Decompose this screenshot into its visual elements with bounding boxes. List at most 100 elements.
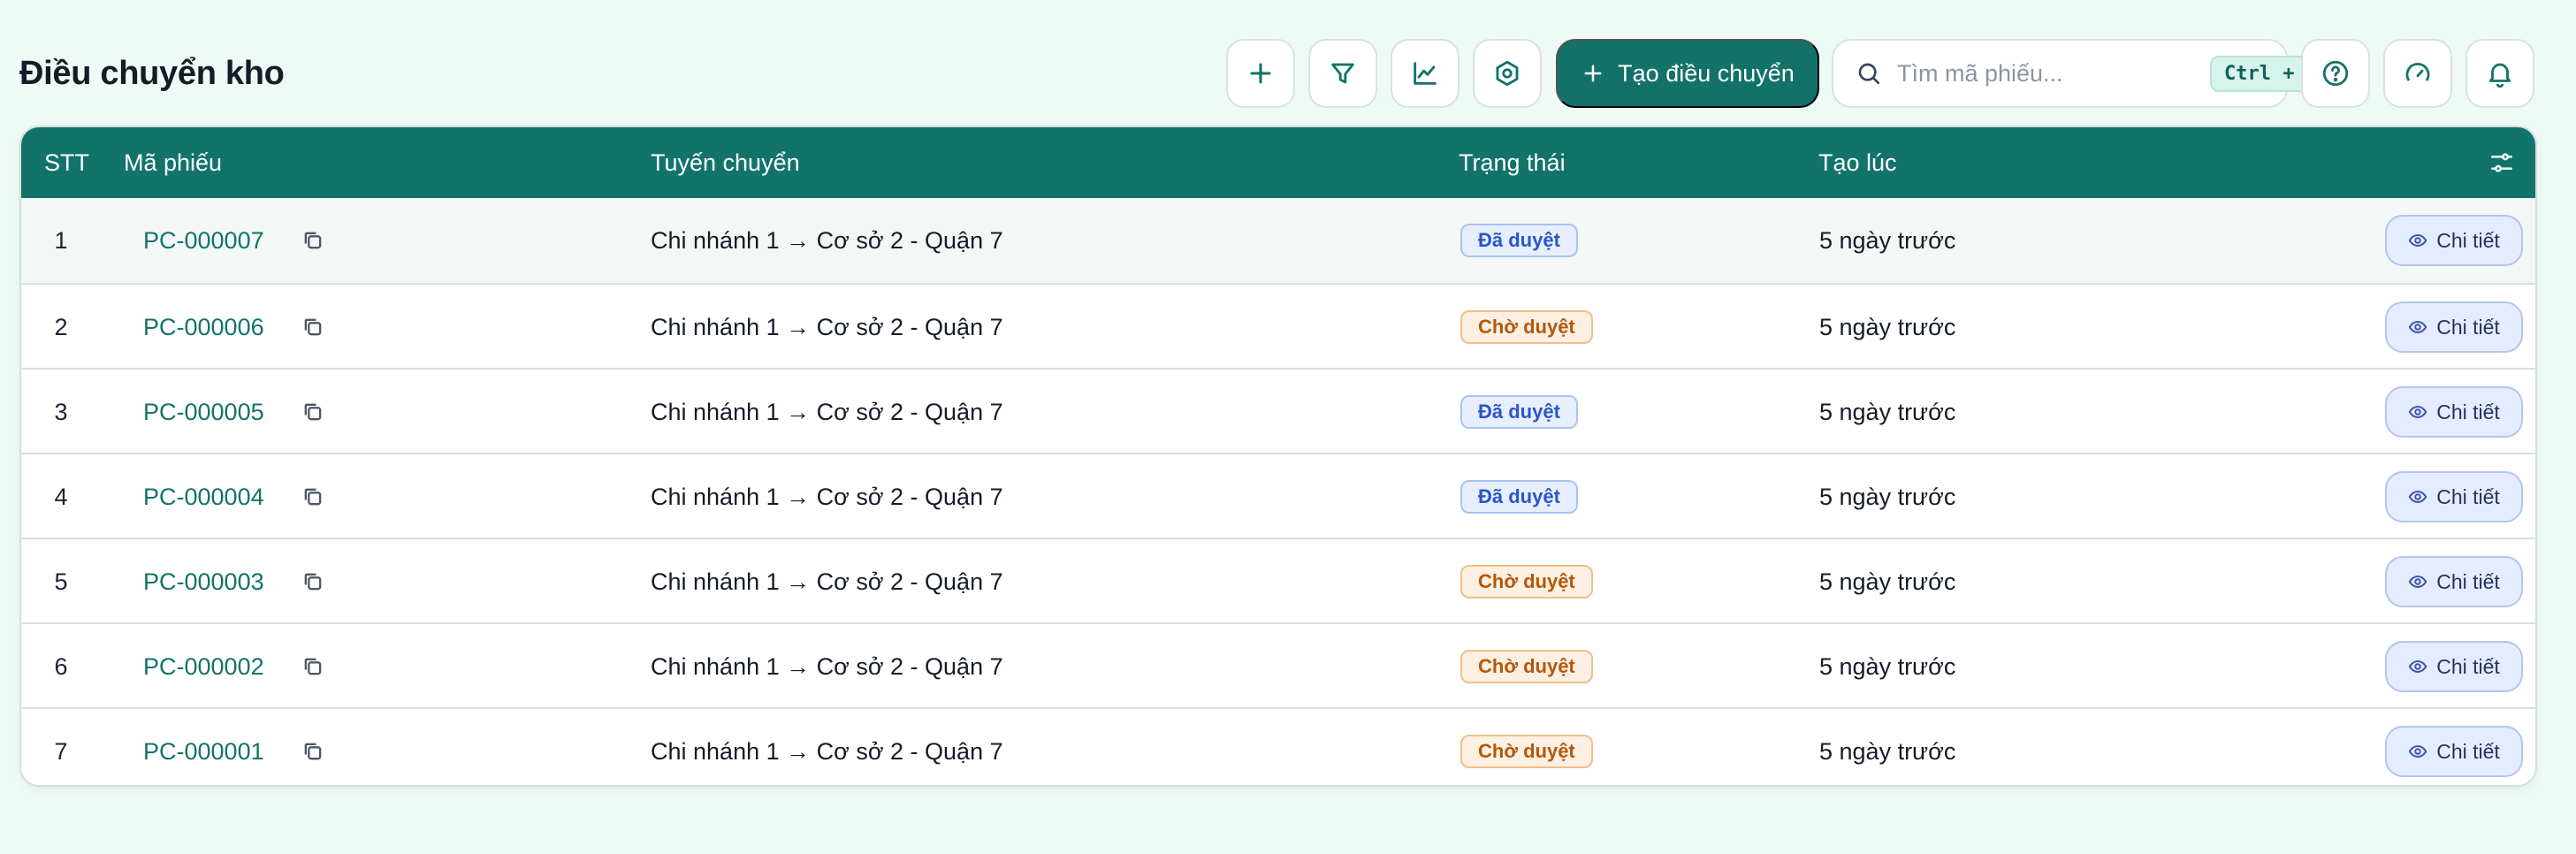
page: Điều chuyển kho Tạo điều chuyển Ctrl + K… (0, 0, 2576, 854)
cell-created: 5 ngày trước (1819, 737, 1956, 765)
copy-icon[interactable] (301, 654, 325, 679)
table-row[interactable]: 1 PC-000007 Chi nhánh 1 → Cơ sở 2 - Quận 7… (21, 198, 2535, 283)
eye-icon (2408, 234, 2427, 247)
status-badge: Chờ duyệt (1460, 650, 1593, 683)
chart-line-icon (1414, 62, 1437, 85)
chart-button[interactable] (1391, 39, 1459, 108)
cell-stt: 1 (54, 226, 68, 254)
help-button[interactable] (2301, 39, 2370, 108)
status-badge: Chờ duyệt (1460, 735, 1593, 768)
cell-code-link[interactable]: PC-000005 (143, 370, 264, 454)
status-badge: Đã duyệt (1460, 480, 1578, 514)
detail-button[interactable]: Chi tiết (2385, 215, 2523, 266)
header-code: Mã phiếu (124, 149, 223, 176)
settings-button[interactable] (1473, 39, 1542, 108)
add-button[interactable] (1226, 39, 1295, 108)
detail-label: Chi tiết (2436, 484, 2500, 508)
cell-code-link[interactable]: PC-000001 (143, 709, 264, 785)
status-badge: Chờ duyệt (1460, 565, 1593, 599)
eye-icon (2408, 745, 2427, 758)
table-row[interactable]: 2 PC-000006 Chi nhánh 1 → Cơ sở 2 - Quận 7… (21, 283, 2535, 368)
eye-icon (2408, 321, 2427, 333)
cell-code-link[interactable]: PC-000007 (143, 198, 264, 283)
cell-created: 5 ngày trước (1819, 652, 1956, 680)
table-row[interactable]: 6 PC-000002 Chi nhánh 1 → Cơ sở 2 - Quận 7… (21, 622, 2535, 707)
cell-route: Chi nhánh 1 → Cơ sở 2 - Quận 7 (651, 483, 1003, 510)
create-transfer-button[interactable]: Tạo điều chuyển (1556, 39, 1819, 108)
cell-route: Chi nhánh 1 → Cơ sở 2 - Quận 7 (651, 652, 1003, 680)
eye-icon (2408, 406, 2427, 418)
cell-created: 5 ngày trước (1819, 226, 1956, 254)
filter-icon (1331, 63, 1354, 84)
header-created: Tạo lúc (1818, 149, 1897, 176)
detail-label: Chi tiết (2436, 315, 2500, 339)
table-row[interactable]: 3 PC-000005 Chi nhánh 1 → Cơ sở 2 - Quận 7… (21, 368, 2535, 453)
cell-stt: 3 (54, 398, 68, 425)
detail-label: Chi tiết (2436, 228, 2500, 252)
detail-label: Chi tiết (2436, 569, 2500, 593)
detail-button[interactable]: Chi tiết (2385, 726, 2523, 777)
cell-code-link[interactable]: PC-000002 (143, 624, 264, 709)
notification-button[interactable] (2465, 39, 2534, 108)
detail-button[interactable]: Chi tiết (2385, 556, 2523, 607)
table-row[interactable]: 5 PC-000003 Chi nhánh 1 → Cơ sở 2 - Quận 7… (21, 538, 2535, 622)
search-input[interactable] (1897, 59, 2210, 88)
status-badge: Chờ duyệt (1460, 310, 1593, 344)
bell-icon (2488, 63, 2511, 88)
plus-icon (1250, 63, 1271, 84)
cell-route: Chi nhánh 1 → Cơ sở 2 - Quận 7 (651, 226, 1003, 254)
header-status: Trạng thái (1459, 149, 1566, 176)
copy-icon[interactable] (301, 739, 325, 764)
detail-label: Chi tiết (2436, 654, 2500, 678)
cell-stt: 2 (54, 313, 68, 340)
search-box[interactable]: Ctrl + K (1832, 39, 2332, 108)
cell-stt: 6 (54, 652, 68, 680)
detail-button[interactable]: Chi tiết (2385, 471, 2523, 522)
header-route: Tuyến chuyển (651, 149, 800, 176)
gauge-icon (2405, 62, 2430, 81)
detail-button[interactable]: Chi tiết (2385, 301, 2523, 353)
cell-created: 5 ngày trước (1819, 483, 1956, 510)
create-transfer-label: Tạo điều chuyển (1618, 59, 1795, 87)
page-title: Điều chuyển kho (19, 55, 285, 92)
cell-stt: 5 (54, 568, 68, 595)
table-header: STT Mã phiếu Tuyến chuyển Trạng thái Tạo… (21, 127, 2535, 198)
detail-label: Chi tiết (2436, 739, 2500, 763)
cell-route: Chi nhánh 1 → Cơ sở 2 - Quận 7 (651, 313, 1003, 340)
cell-route: Chi nhánh 1 → Cơ sở 2 - Quận 7 (651, 737, 1003, 765)
status-badge: Đã duyệt (1460, 395, 1578, 429)
cell-code-link[interactable]: PC-000003 (143, 539, 264, 624)
status-badge: Đã duyệt (1460, 224, 1578, 257)
detail-button[interactable]: Chi tiết (2385, 641, 2523, 692)
table-row[interactable]: 7 PC-000001 Chi nhánh 1 → Cơ sở 2 - Quận 7… (21, 707, 2535, 785)
cell-created: 5 ngày trước (1819, 398, 1956, 425)
copy-icon[interactable] (301, 228, 325, 253)
cell-route: Chi nhánh 1 → Cơ sở 2 - Quận 7 (651, 398, 1003, 425)
eye-icon (2408, 660, 2427, 673)
detail-label: Chi tiết (2436, 400, 2500, 423)
filter-button[interactable] (1308, 39, 1377, 108)
cell-stt: 7 (54, 737, 68, 765)
transfer-table: STT Mã phiếu Tuyến chuyển Trạng thái Tạo… (19, 126, 2537, 787)
cell-code-link[interactable]: PC-000004 (143, 454, 264, 539)
help-circle-icon (2322, 60, 2349, 87)
sliders-icon[interactable] (2488, 149, 2516, 177)
cell-code-link[interactable]: PC-000006 (143, 285, 264, 370)
copy-icon[interactable] (301, 315, 325, 339)
copy-icon[interactable] (301, 569, 325, 594)
cell-route: Chi nhánh 1 → Cơ sở 2 - Quận 7 (651, 568, 1003, 595)
cell-created: 5 ngày trước (1819, 313, 1956, 340)
cell-created: 5 ngày trước (1819, 568, 1956, 595)
plus-icon (1584, 65, 1602, 82)
header-stt: STT (44, 149, 89, 176)
copy-icon[interactable] (301, 484, 325, 509)
table-row[interactable]: 4 PC-000004 Chi nhánh 1 → Cơ sở 2 - Quận 7… (21, 453, 2535, 538)
copy-icon[interactable] (301, 400, 325, 424)
hexagon-gear-icon (1496, 60, 1519, 87)
dashboard-button[interactable] (2383, 39, 2452, 108)
search-icon (1858, 63, 1879, 84)
detail-button[interactable]: Chi tiết (2385, 386, 2523, 438)
eye-icon (2408, 576, 2427, 588)
eye-icon (2408, 491, 2427, 503)
cell-stt: 4 (54, 483, 68, 510)
